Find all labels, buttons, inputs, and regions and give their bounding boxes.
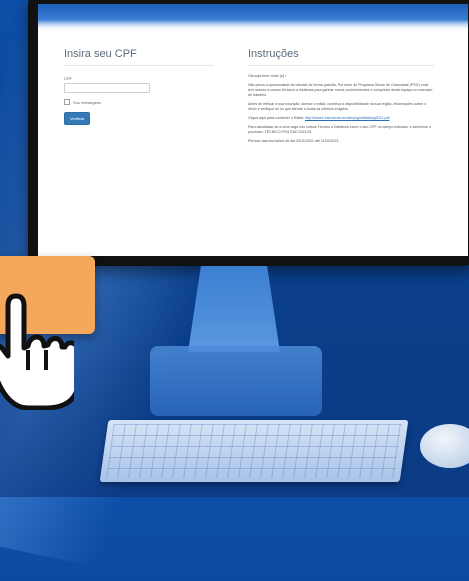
cpf-input[interactable]	[64, 83, 150, 93]
edital-link[interactable]: http://www2.ead.senac.br/cdn/psg/edital/…	[305, 116, 390, 120]
monitor-screen: Insira seu CPF CPF Sou estrangeiro Verif…	[38, 4, 468, 256]
instructions-edital-line: Clique aqui para conhecer o Edital: http…	[248, 116, 434, 121]
cpf-label: CPF	[64, 76, 72, 81]
instructions-paragraph-4: Para candidatar-se a uma vaga nos cursos…	[248, 125, 431, 134]
monitor: Insira seu CPF CPF Sou estrangeiro Verif…	[28, 0, 469, 266]
foreigner-row[interactable]: Sou estrangeiro	[64, 99, 214, 105]
monitor-stand-neck	[188, 266, 280, 352]
instructions-panel: Instruções Olá seja bem vindo (a) ! Não …	[248, 48, 434, 148]
edital-prefix: Clique aqui para conhecer o Edital:	[248, 116, 305, 120]
keyboard-keys	[106, 424, 402, 478]
foreigner-checkbox[interactable]	[64, 99, 70, 105]
foreigner-label: Sou estrangeiro	[73, 99, 102, 105]
keyboard	[99, 420, 409, 482]
instructions-period: Período das inscrições de dia 03/11/2021…	[248, 139, 340, 143]
verify-button[interactable]: Verificar	[64, 112, 91, 125]
instructions-paragraph-1: Não perca a oportunidade de estudar de f…	[248, 83, 433, 97]
cpf-panel-title: Insira seu CPF	[64, 48, 214, 66]
cpf-panel: Insira seu CPF CPF Sou estrangeiro Verif…	[64, 48, 214, 125]
monitor-stand-base	[150, 346, 322, 416]
instructions-title: Instruções	[248, 48, 434, 66]
instructions-paragraph-2: Antes de efetuar a sua inscrição, acesse…	[248, 102, 427, 111]
hand-pointer-cursor-icon	[0, 293, 74, 410]
screen-header-banner	[38, 4, 468, 30]
instructions-greeting: Olá seja bem vindo (a) !	[248, 74, 287, 78]
